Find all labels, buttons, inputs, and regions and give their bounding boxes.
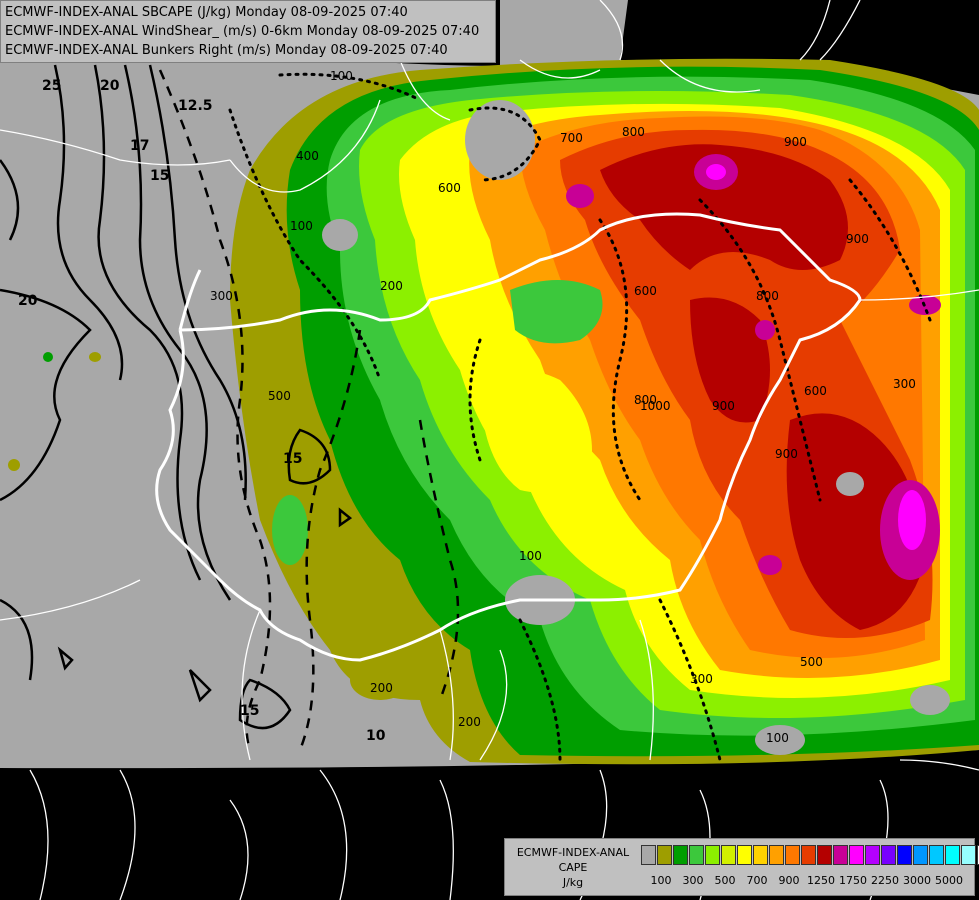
title-bunkers: ECMWF-INDEX-ANAL Bunkers Right (m/s) Mon…: [5, 43, 448, 58]
cape-patch-w4: [89, 352, 101, 362]
cape-label: 100: [766, 731, 789, 745]
cape-label: 900: [784, 135, 807, 149]
legend-swatch: [737, 845, 752, 865]
cape-label: 300: [690, 672, 713, 686]
legend-tick-label: 900: [778, 874, 800, 887]
cape-patch-w3: [8, 459, 20, 471]
legend-swatch: [785, 845, 800, 865]
cape-patch-w5: [43, 352, 53, 362]
cape-magenta-nw: [566, 184, 594, 208]
legend-title: ECMWF-INDEX-ANAL CAPE J/kg: [509, 845, 637, 890]
legend-tick-label: 300: [682, 874, 704, 887]
cape-label: 200: [370, 681, 393, 695]
cape-label: 100: [330, 69, 353, 83]
legend-swatch: [945, 845, 960, 865]
cape-label: 800: [756, 289, 779, 303]
cape-label: 500: [268, 389, 291, 403]
cape-label: 600: [804, 384, 827, 398]
cape-label: 500: [800, 655, 823, 669]
legend-ticks: 100 300 500 700 900 1250 1750 2250 3000 5000: [641, 874, 971, 890]
cape-label: 100: [519, 549, 542, 563]
shear-label: 20: [18, 293, 38, 309]
legend-title-line: CAPE: [558, 861, 588, 874]
legend-swatch: [913, 845, 928, 865]
cape-label: 600: [438, 181, 461, 195]
cape-label: 900: [846, 232, 869, 246]
legend-swatch: [801, 845, 816, 865]
legend-swatches: [641, 845, 979, 865]
cape-label: 1000: [640, 399, 671, 413]
cape-label: 600: [634, 284, 657, 298]
cape-label: 900: [712, 399, 735, 413]
shear-label: 15: [240, 703, 259, 719]
legend-swatch: [817, 845, 832, 865]
legend-tick-label: 1750: [839, 874, 867, 887]
legend-swatch: [865, 845, 880, 865]
map-title-box: ECMWF-INDEX-ANAL SBCAPE (J/kg) Monday 08…: [0, 0, 496, 63]
no-cape-pocket-6: [836, 472, 864, 496]
legend-swatch: [641, 845, 656, 865]
cape-label: 400: [296, 149, 319, 163]
legend-swatch: [753, 845, 768, 865]
legend-tick-label: 500: [714, 874, 736, 887]
legend-swatch: [897, 845, 912, 865]
legend-swatch: [849, 845, 864, 865]
shear-label: 25: [42, 78, 61, 94]
cape-label: 800: [622, 125, 645, 139]
title-sbcape: ECMWF-INDEX-ANAL SBCAPE (J/kg) Monday 08…: [5, 5, 408, 20]
cape-pink-e: [898, 490, 926, 550]
legend-swatch: [705, 845, 720, 865]
shear-label: 15: [283, 451, 302, 467]
weather-map: 25 20 17 15 12.5 20 15 15 10 100 400 600…: [0, 0, 979, 900]
legend-tick-label: 2250: [871, 874, 899, 887]
no-cape-pocket-3: [910, 685, 950, 715]
cape-label: 900: [775, 447, 798, 461]
legend-swatch: [929, 845, 944, 865]
cape-patch-w1: [272, 495, 308, 565]
shear-label: 12.5: [178, 98, 213, 114]
legend-title-line: ECMWF-INDEX-ANAL: [516, 846, 630, 859]
legend-swatch: [961, 845, 976, 865]
cape-label: 300: [893, 377, 916, 391]
legend-swatch: [673, 845, 688, 865]
legend-swatch: [689, 845, 704, 865]
cape-legend: ECMWF-INDEX-ANAL CAPE J/kg 100 300 500 700 9…: [504, 838, 979, 896]
legend-tick-label: 700: [746, 874, 768, 887]
legend-swatch: [657, 845, 672, 865]
no-cape-pocket-1: [465, 100, 535, 180]
shear-label: 20: [100, 78, 120, 94]
cape-label: 700: [560, 131, 583, 145]
shear-label: 17: [130, 138, 149, 154]
legend-tick-label: 100: [650, 874, 672, 887]
shear-label: 15: [150, 168, 169, 184]
legend-swatch: [769, 845, 784, 865]
legend-swatch: [721, 845, 736, 865]
title-windshear: ECMWF-INDEX-ANAL WindShear_ (m/s) 0-6km …: [5, 24, 480, 39]
cape-magenta-c: [755, 320, 775, 340]
legend-title-line: J/kg: [562, 876, 584, 889]
legend-swatch: [833, 845, 848, 865]
legend-tick-label: 1250: [807, 874, 835, 887]
cape-label: 300: [210, 289, 233, 303]
cape-pink-n: [706, 164, 726, 180]
cape-label: 200: [380, 279, 403, 293]
legend-tick-label: 3000: [903, 874, 931, 887]
no-cape-pocket-5: [322, 219, 358, 251]
cape-label: 200: [458, 715, 481, 729]
cape-magenta-se: [758, 555, 782, 575]
legend-swatch: [881, 845, 896, 865]
shear-label: 10: [366, 728, 386, 744]
legend-tick-label: 5000: [935, 874, 963, 887]
cape-label: 100: [290, 219, 313, 233]
